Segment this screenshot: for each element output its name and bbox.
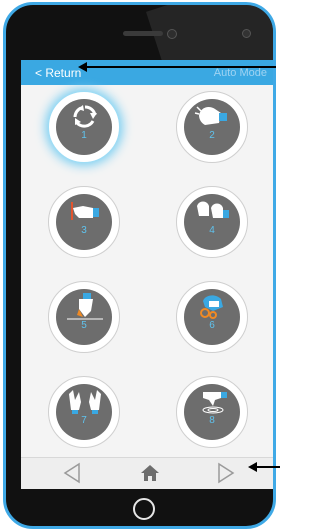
- hand-down-icon: [67, 293, 103, 320]
- proximity-sensor: [242, 29, 251, 38]
- pointing-hand-icon: [71, 202, 99, 220]
- gesture-number: 4: [209, 225, 215, 236]
- gesture-number: 3: [81, 225, 87, 236]
- volume-button: [3, 135, 6, 165]
- open-hands-icon: [69, 390, 101, 414]
- gesture-number: 7: [81, 415, 87, 426]
- gesture-tile-5[interactable]: 5: [48, 281, 120, 353]
- gesture-tile-7[interactable]: 7: [48, 376, 120, 448]
- wave-hand-icon: [194, 106, 227, 125]
- gesture-tile-2[interactable]: 2: [176, 91, 248, 163]
- gesture-grid: 1 2 3 4 5 6 7 8: [21, 85, 273, 457]
- hand-ring-icon: [200, 295, 223, 319]
- return-button[interactable]: < Return: [35, 66, 81, 80]
- earpiece: [123, 31, 163, 36]
- refresh-arrows-icon: [73, 105, 97, 128]
- gesture-number: 2: [209, 130, 215, 141]
- gesture-number: 5: [81, 320, 87, 331]
- triangle-right-icon[interactable]: [215, 462, 237, 489]
- gesture-tile-8[interactable]: 8: [176, 376, 248, 448]
- home-icon[interactable]: [139, 462, 161, 489]
- gesture-tile-1[interactable]: 1: [48, 91, 120, 163]
- phone-frame: < Return Auto Mode 1 2 3 4 5 6 7 8: [3, 2, 276, 529]
- front-camera: [167, 29, 177, 39]
- hardware-home-button[interactable]: [133, 498, 155, 520]
- gesture-number: 1: [81, 130, 87, 141]
- app-screen: < Return Auto Mode 1 2 3 4 5 6 7 8: [21, 60, 273, 489]
- bottom-nav-bar: [21, 457, 273, 489]
- gesture-number: 6: [209, 320, 215, 331]
- two-hands-icon: [197, 201, 229, 218]
- gesture-tile-3[interactable]: 3: [48, 186, 120, 258]
- mode-label: Auto Mode: [213, 67, 267, 79]
- annotation-arrow-return: [78, 62, 276, 72]
- gesture-tile-6[interactable]: 6: [176, 281, 248, 353]
- annotation-arrow-nav: [248, 462, 280, 472]
- hand-ripple-icon: [202, 392, 227, 414]
- gesture-number: 8: [209, 415, 215, 426]
- gesture-tile-4[interactable]: 4: [176, 186, 248, 258]
- top-bar: < Return Auto Mode: [21, 60, 273, 85]
- triangle-left-icon[interactable]: [61, 462, 83, 489]
